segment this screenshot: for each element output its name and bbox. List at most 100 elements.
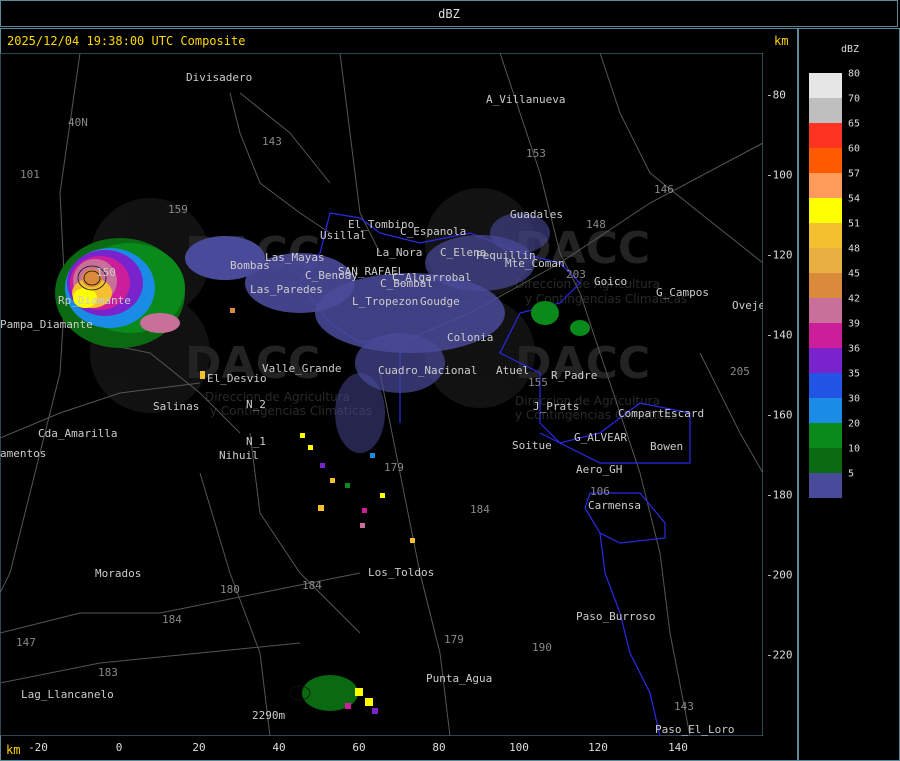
place-label: Rp_Diamante <box>58 294 131 307</box>
svg-text:155: 155 <box>528 376 548 389</box>
legend-swatch <box>809 98 842 123</box>
legend-swatch <box>809 423 842 448</box>
legend-label: 48 <box>848 243 861 255</box>
place-label: Bombas <box>230 259 270 272</box>
place-label: 150 <box>96 266 116 279</box>
place-label: Pampa_Diamante <box>0 318 93 331</box>
timestamp: 2025/12/04 19:38:00 UTC Composite <box>7 34 246 48</box>
place-label: 2290m <box>252 709 285 722</box>
place-label: Carmensa <box>588 499 641 512</box>
x-tick: 80 <box>432 741 446 754</box>
x-tick: 140 <box>668 741 688 754</box>
svg-text:180: 180 <box>220 583 240 596</box>
place-label: Aero_GH <box>576 463 622 476</box>
legend-swatch <box>809 223 842 248</box>
place-label: El_Desvio <box>207 372 267 385</box>
watermark-sub-1: Direccion de Agricultura <box>205 390 350 404</box>
place-label: 101 <box>20 168 40 181</box>
header-title: dBZ <box>438 7 460 21</box>
x-tick: 0 <box>115 741 123 754</box>
km-label-bottom: km <box>6 743 21 757</box>
place-label: Goudge <box>420 295 460 308</box>
svg-text:179: 179 <box>444 633 464 646</box>
title-bar: dBZ <box>0 0 898 27</box>
svg-text:148: 148 <box>586 218 606 231</box>
place-label: Morados <box>95 567 141 580</box>
y-tick: -100 <box>766 168 793 182</box>
legend-title: dBZ <box>841 44 860 55</box>
legend-label: 35 <box>848 368 861 380</box>
legend-swatch <box>809 448 842 473</box>
svg-text:147: 147 <box>16 636 36 649</box>
legend-swatch <box>809 348 842 373</box>
place-label: Atuel <box>496 364 529 377</box>
y-tick: -160 <box>766 408 793 422</box>
legend-label: 39 <box>848 318 861 330</box>
svg-text:205: 205 <box>730 365 750 378</box>
legend-swatch <box>809 148 842 173</box>
legend-swatch <box>809 198 842 223</box>
legend-label: 60 <box>848 143 861 155</box>
y-tick: -80 <box>766 88 786 102</box>
place-label: Punta_Agua <box>426 672 492 685</box>
x-tick: 60 <box>352 741 366 754</box>
y-tick: -120 <box>766 248 793 262</box>
legend-swatch <box>809 298 842 323</box>
place-label: Paso_Burroso <box>576 610 655 623</box>
place-label: Lag_Llancanelo <box>21 688 114 701</box>
legend-label: 10 <box>848 443 861 455</box>
legend-swatch <box>809 373 842 398</box>
km-label-top: km <box>774 34 789 48</box>
y-tick: -220 <box>766 648 793 662</box>
place-label: G_ALVEAR <box>574 431 627 444</box>
legend-label: 20 <box>848 418 861 430</box>
x-tick: 40 <box>272 741 286 754</box>
x-tick: 100 <box>509 741 529 754</box>
place-label: Las_Paredes <box>250 283 323 296</box>
svg-text:183: 183 <box>98 666 118 679</box>
place-label: Valle_Grande <box>262 362 341 375</box>
svg-text:179: 179 <box>384 461 404 474</box>
place-label: R_Padre <box>551 369 597 382</box>
place-label: Ovejeros <box>732 299 763 312</box>
place-label: Soitue <box>512 439 552 452</box>
legend-swatch <box>809 73 842 98</box>
legend-swatch <box>809 273 842 298</box>
y-tick: -200 <box>766 568 793 582</box>
place-label: J_Prats <box>533 400 579 413</box>
place-label: Cda_Amarilla <box>38 427 117 440</box>
x-tick: 120 <box>588 741 608 754</box>
legend-label: 30 <box>848 393 861 405</box>
place-label: Bowen <box>650 440 683 453</box>
legend-swatch <box>809 248 842 273</box>
legend-label: 51 <box>848 218 861 230</box>
place-label: Salinas <box>153 400 199 413</box>
place-label: Nihuil <box>219 449 259 462</box>
place-label: 40N <box>68 116 88 129</box>
place-label: Divisadero <box>186 71 252 84</box>
radar-map[interactable]: DACC DACC DACC DACC Direccion de Agricul… <box>0 53 763 736</box>
place-label: La_Nora <box>376 246 422 259</box>
watermark-sub-3: Direccion de Agricultura <box>515 277 660 291</box>
svg-text:146: 146 <box>654 183 674 196</box>
place-label: Mte_Coman <box>505 257 565 270</box>
place-label: Guadales <box>510 208 563 221</box>
place-label: N_2 <box>246 398 266 411</box>
legend-label: 45 <box>848 268 861 280</box>
legend-label: 36 <box>848 343 861 355</box>
legend-swatch <box>809 323 842 348</box>
svg-text:159: 159 <box>168 203 188 216</box>
svg-text:143: 143 <box>674 700 694 713</box>
legend-swatch <box>809 123 842 148</box>
svg-text:106: 106 <box>590 485 610 498</box>
legend-label: 54 <box>848 193 861 205</box>
place-label: Las_Mayas <box>265 251 325 264</box>
legend-swatch <box>809 173 842 198</box>
place-label: Cuadro_Nacional <box>378 364 477 377</box>
place-label: Paso_El_Loro <box>655 723 734 736</box>
place-label: C_Espanola <box>400 225 466 238</box>
svg-text:184: 184 <box>302 579 322 592</box>
place-label: Los_Toldos <box>368 566 434 579</box>
y-tick: -180 <box>766 488 793 502</box>
svg-text:190: 190 <box>532 641 552 654</box>
